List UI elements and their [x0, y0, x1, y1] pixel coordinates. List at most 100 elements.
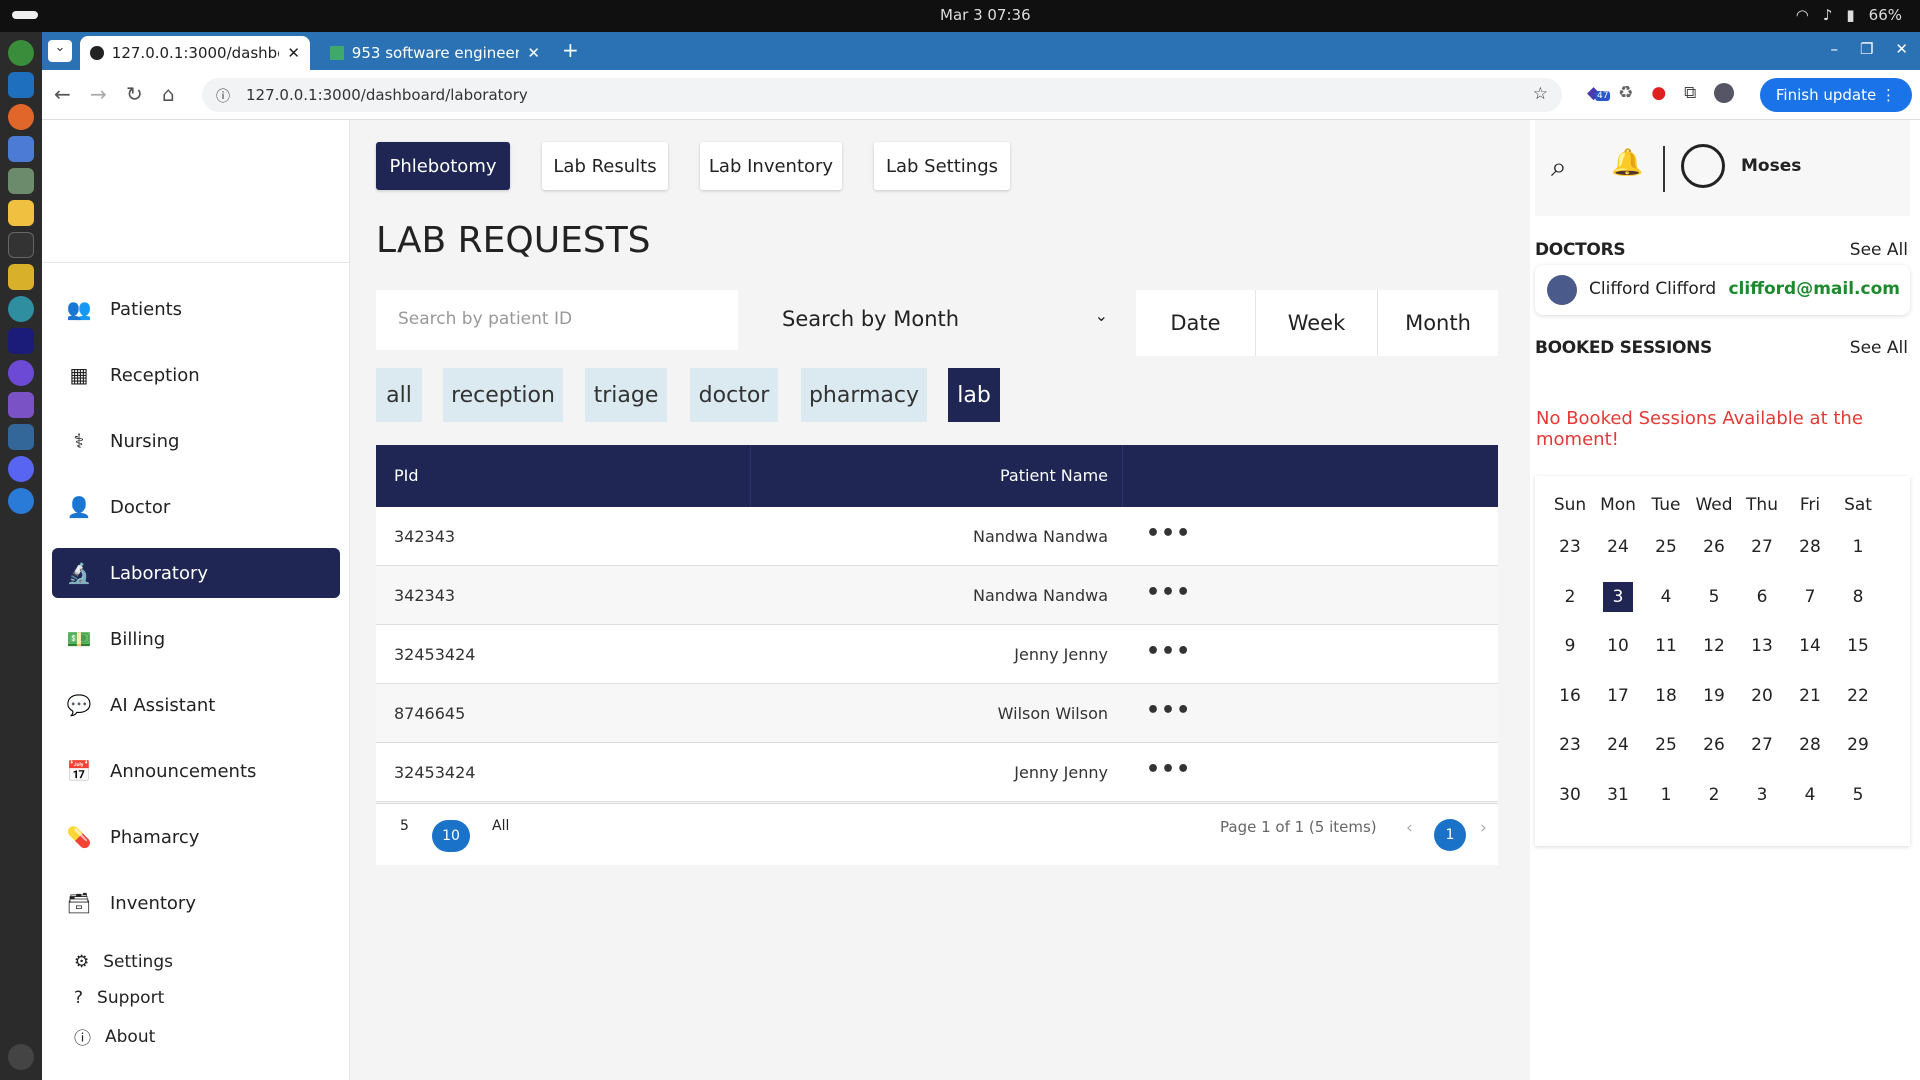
- doctor-email[interactable]: clifford@mail.com: [1728, 279, 1900, 299]
- screenshot-dock-icon[interactable]: [8, 136, 34, 162]
- sidebar-item-support[interactable]: ? Support: [74, 988, 164, 1008]
- tab-lab-results[interactable]: Lab Results: [542, 142, 668, 190]
- next-page-icon[interactable]: ›: [1480, 818, 1487, 838]
- system-tray[interactable]: ◠ ♪ ▮ 66%: [1796, 6, 1902, 24]
- thunderbird-dock-icon[interactable]: [8, 488, 34, 514]
- table-row[interactable]: 8746645 Wilson Wilson •••: [376, 684, 1498, 743]
- close-window-button[interactable]: ✕: [1895, 40, 1908, 58]
- calendar-day[interactable]: 1: [1835, 532, 1881, 562]
- sessions-see-all-link[interactable]: See All: [1850, 338, 1908, 358]
- calendar-day[interactable]: 23: [1547, 730, 1593, 760]
- more-options-icon[interactable]: •••: [1146, 580, 1191, 605]
- site-info-icon[interactable]: ⓘ: [216, 86, 230, 106]
- filter-chip-doctor[interactable]: doctor: [690, 368, 778, 422]
- search-icon[interactable]: ⌕: [1551, 150, 1567, 184]
- chat-dock-icon[interactable]: [8, 296, 34, 322]
- calendar-day[interactable]: 23: [1547, 532, 1593, 562]
- calendar-day[interactable]: 9: [1547, 631, 1593, 661]
- calendar-day[interactable]: 15: [1835, 631, 1881, 661]
- sidebar-item-announcements[interactable]: 📅 Announcements: [52, 746, 340, 796]
- sidebar-item-inventory[interactable]: 🗃 Inventory: [52, 878, 340, 928]
- calendar-day[interactable]: 2: [1691, 780, 1737, 810]
- extension-icon[interactable]: ◆ 47: [1587, 83, 1611, 103]
- table-row[interactable]: 342343 Nandwa Nandwa •••: [376, 566, 1498, 625]
- calendar-day[interactable]: 5: [1835, 780, 1881, 810]
- calendar-day[interactable]: 10: [1595, 631, 1641, 661]
- calendar-day[interactable]: 22: [1835, 681, 1881, 711]
- sidebar-item-reception[interactable]: ▦ Reception: [52, 350, 340, 400]
- calendar-day[interactable]: 31: [1595, 780, 1641, 810]
- sidebar-item-settings[interactable]: ⚙ Settings: [74, 952, 173, 972]
- calendar-day[interactable]: 19: [1691, 681, 1737, 711]
- reload-icon[interactable]: ↻: [126, 82, 143, 106]
- calendar-day[interactable]: 4: [1643, 582, 1689, 612]
- page-size-10[interactable]: 10: [432, 820, 470, 852]
- more-options-icon[interactable]: •••: [1146, 521, 1191, 546]
- firefox-dock-icon[interactable]: [8, 104, 34, 130]
- close-icon[interactable]: ✕: [527, 44, 540, 62]
- calendar-day[interactable]: 27: [1739, 532, 1785, 562]
- calendar-day[interactable]: 5: [1691, 582, 1737, 612]
- home-icon[interactable]: ⌂: [162, 82, 175, 106]
- recycle-icon[interactable]: ♻: [1618, 83, 1633, 103]
- app-dock-icon[interactable]: [8, 360, 34, 386]
- column-header-pid[interactable]: PId: [394, 466, 419, 485]
- calendar-day[interactable]: 18: [1643, 681, 1689, 711]
- calendar-day[interactable]: 26: [1691, 730, 1737, 760]
- calendar-day[interactable]: 4: [1787, 780, 1833, 810]
- opera-icon[interactable]: ●: [1651, 83, 1666, 103]
- doctor-card[interactable]: Clifford Clifford clifford@mail.com: [1535, 265, 1910, 315]
- calendar-day[interactable]: 28: [1787, 532, 1833, 562]
- minimize-button[interactable]: –: [1830, 40, 1838, 58]
- forward-icon[interactable]: →: [90, 82, 107, 106]
- postgres-dock-icon[interactable]: [8, 424, 34, 450]
- calendar-day[interactable]: 20: [1739, 681, 1785, 711]
- prev-page-icon[interactable]: ‹: [1406, 818, 1413, 838]
- finish-update-button[interactable]: Finish update ⋮: [1759, 78, 1912, 112]
- bookmark-star-icon[interactable]: ☆: [1533, 84, 1548, 104]
- calendar-day-today[interactable]: 3: [1603, 581, 1633, 612]
- puzzle-icon[interactable]: ⧉: [1684, 83, 1696, 103]
- restore-button[interactable]: ❐: [1860, 40, 1873, 58]
- calendar-day[interactable]: 16: [1547, 681, 1593, 711]
- sidebar-item-doctor[interactable]: 👤 Doctor: [52, 482, 340, 532]
- calendar-day[interactable]: 26: [1691, 532, 1737, 562]
- calendar-day[interactable]: 28: [1787, 730, 1833, 760]
- url-field[interactable]: ⓘ 127.0.0.1:3000/dashboard/laboratory ☆: [202, 78, 1562, 112]
- tab-lab-inventory[interactable]: Lab Inventory: [700, 142, 842, 190]
- tor-dock-icon[interactable]: [8, 392, 34, 418]
- bell-icon[interactable]: 🔔: [1611, 148, 1643, 178]
- calendar-day[interactable]: 29: [1835, 730, 1881, 760]
- calendar-day[interactable]: 11: [1643, 631, 1689, 661]
- terminal-dock-icon[interactable]: [8, 232, 34, 258]
- calendar-day[interactable]: 1: [1643, 780, 1689, 810]
- game-dock-icon[interactable]: [8, 264, 34, 290]
- chrome-dock-icon[interactable]: [8, 40, 34, 66]
- calendar-day[interactable]: 24: [1595, 730, 1641, 760]
- calendar-day[interactable]: 17: [1595, 681, 1641, 711]
- jetbrains-dock-icon[interactable]: [8, 328, 34, 354]
- sidebar-item-billing[interactable]: 💵 Billing: [52, 614, 340, 664]
- calendar-day[interactable]: 8: [1835, 582, 1881, 612]
- tab-lab-settings[interactable]: Lab Settings: [874, 142, 1010, 190]
- profile-avatar[interactable]: [1714, 83, 1735, 103]
- user-name[interactable]: Moses: [1741, 156, 1801, 176]
- discord-dock-icon[interactable]: [8, 456, 34, 482]
- new-tab-button[interactable]: +: [562, 38, 579, 62]
- page-size-all[interactable]: All: [492, 818, 509, 834]
- calendar-day[interactable]: 24: [1595, 532, 1641, 562]
- sidebar-item-nursing[interactable]: ⚕ Nursing: [52, 416, 340, 466]
- files-dock-icon[interactable]: [8, 168, 34, 194]
- month-select[interactable]: Search by Month ⌄: [756, 290, 1118, 350]
- calendar-day[interactable]: 12: [1691, 631, 1737, 661]
- date-range-button[interactable]: Date: [1136, 290, 1256, 356]
- sidebar-item-pharmacy[interactable]: 💊 Phamarcy: [52, 812, 340, 862]
- tab-phlebotomy[interactable]: Phlebotomy: [376, 142, 510, 190]
- filter-chip-lab[interactable]: lab: [948, 368, 1000, 422]
- calendar-day[interactable]: 27: [1739, 730, 1785, 760]
- calendar-day[interactable]: 25: [1643, 730, 1689, 760]
- notes-dock-icon[interactable]: [8, 200, 34, 226]
- patient-search-input[interactable]: Search by patient ID: [376, 290, 738, 350]
- table-row[interactable]: 342343 Nandwa Nandwa •••: [376, 507, 1498, 566]
- more-options-icon[interactable]: •••: [1146, 757, 1191, 782]
